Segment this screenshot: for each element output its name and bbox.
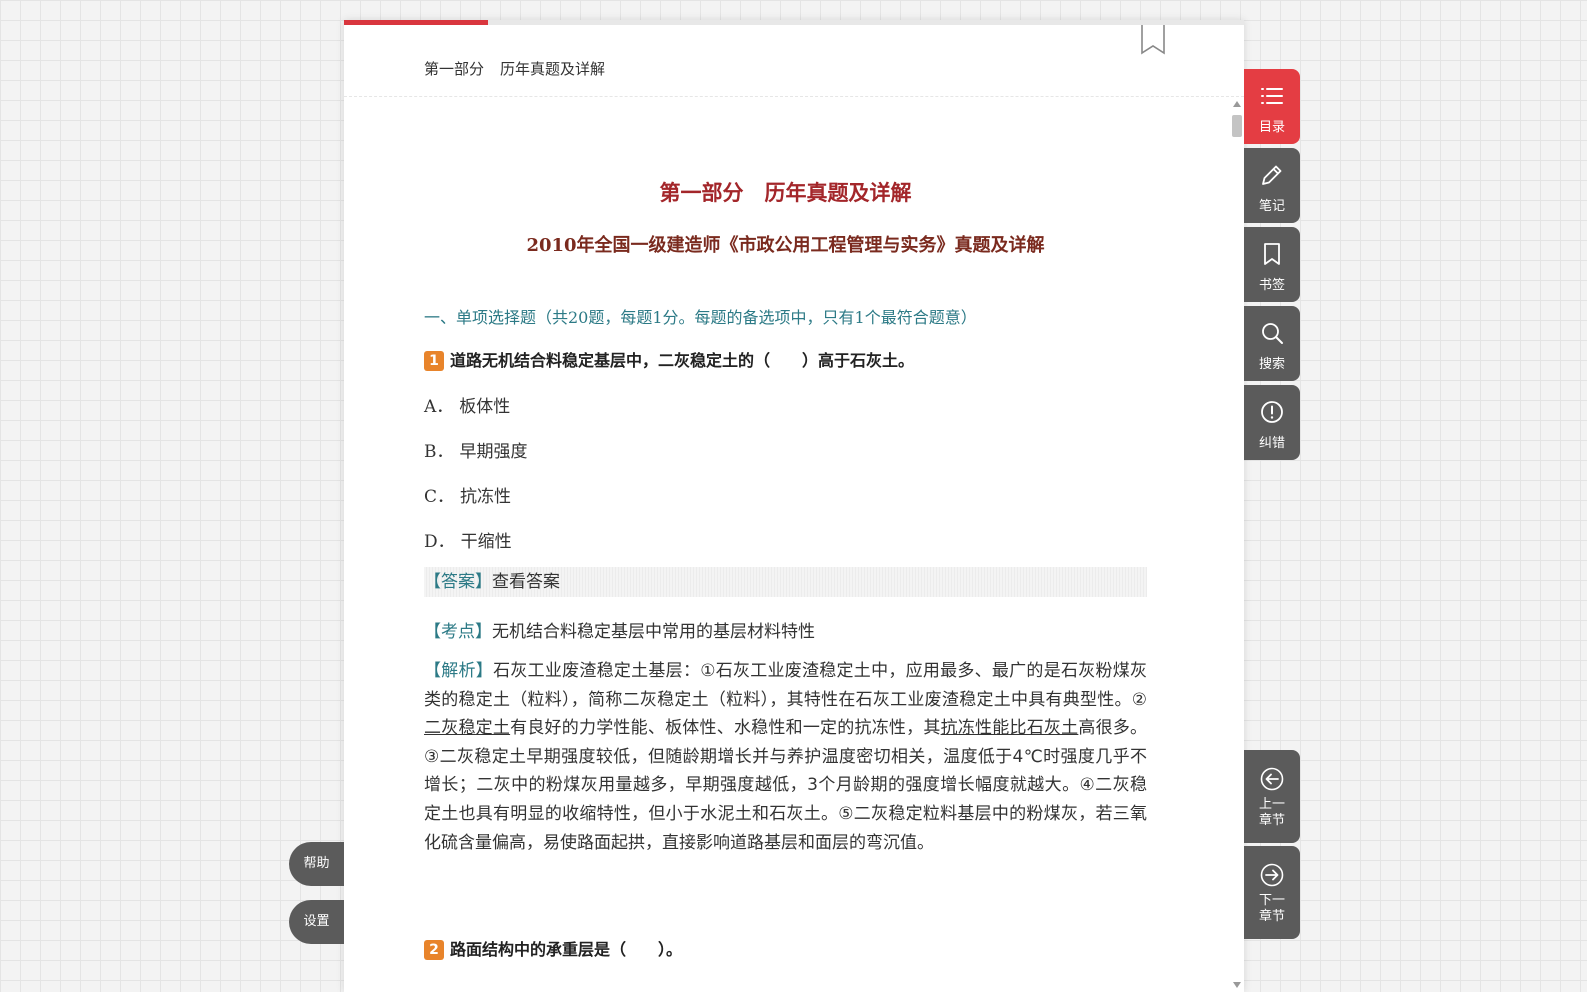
prev-chapter-button[interactable]: 上一章节 (1244, 750, 1300, 843)
question-stem: 道路无机结合料稳定基层中，二灰稳定土的（ ）高于石灰土。 (450, 351, 915, 370)
reading-progress-fill (344, 20, 488, 25)
bookmark-icon (1264, 243, 1280, 265)
help-button[interactable]: 帮助 (289, 842, 344, 886)
exam-point-tag: 【考点】 (424, 622, 492, 642)
next-chapter-button[interactable]: 下一章节 (1244, 846, 1300, 939)
option-b: B． 早期强度 (424, 437, 528, 462)
search-label: 搜索 (1258, 357, 1285, 372)
scroll-down-arrow-icon[interactable] (1233, 982, 1241, 988)
scroll-up-arrow-icon[interactable] (1233, 101, 1241, 107)
option-text: 抗冻性 (460, 487, 512, 507)
exam-title: 2010年全国一级建造师《市政公用工程管理与实务》真题及详解 (526, 235, 1045, 256)
report-error-button[interactable]: 纠错 (1244, 385, 1300, 460)
question-number-badge: 2 (424, 940, 444, 960)
option-letter: D． (424, 532, 455, 552)
toc-button[interactable]: 目录 (1244, 69, 1300, 144)
chapter-part-label: 第一部分 (424, 60, 485, 78)
bookmark-button[interactable]: 书签 (1244, 227, 1300, 302)
option-a: A． 板体性 (424, 392, 510, 417)
settings-button[interactable]: 设置 (289, 900, 344, 944)
exam-point-text: 无机结合料稳定基层中常用的基层材料特性 (492, 622, 815, 642)
question-2: 2 路面结构中的承重层是（ ）。 (424, 936, 682, 960)
answer-row: 【答案】查看答案 (424, 567, 1147, 597)
search-icon (1262, 323, 1283, 344)
option-c: C． 抗冻性 (424, 482, 511, 507)
option-text: 板体性 (459, 397, 511, 417)
question-1: 1 道路无机结合料稳定基层中，二灰稳定土的（ ）高于石灰土。 (424, 347, 914, 371)
analysis-text-3: 高很多。③二灰稳定土早期强度较低，但随龄期增长并与养护温度密切相关，温度低于4℃… (424, 718, 1148, 853)
question-stem: 路面结构中的承重层是（ ）。 (450, 940, 683, 959)
analysis-paragraph: 【解析】石灰工业废渣稳定土基层：①石灰工业废渣稳定土中，应用最多、最广的是石灰粉… (424, 657, 1147, 857)
vertical-scrollbar[interactable] (1230, 97, 1244, 992)
reader-page: 第一部分 历年真题及详解 第一部分 历年真题及详解 2010年全国一级建造师《市政… (344, 20, 1244, 992)
list-icon (1261, 88, 1283, 104)
next-chapter-label: 下一章节 (1258, 893, 1285, 924)
analysis-text-1: 石灰工业废渣稳定土基层：①石灰工业废渣稳定土中，应用最多、最广的是石灰粉煤灰类的… (424, 661, 1148, 710)
view-answer-link[interactable]: 查看答案 (492, 572, 560, 592)
reading-progress-bar (344, 20, 1244, 25)
prev-chapter-label: 上一章节 (1258, 797, 1285, 828)
content-scroll-area[interactable]: 第一部分 历年真题及详解 2010年全国一级建造师《市政公用工程管理与实务》真题… (344, 97, 1232, 992)
option-letter: B． (424, 442, 454, 462)
option-letter: A． (424, 397, 454, 417)
search-button[interactable]: 搜索 (1244, 306, 1300, 381)
arrow-right-circle-icon (1260, 863, 1284, 887)
analysis-underline-2: 抗冻性能比石灰土 (940, 718, 1079, 739)
bookmark-ribbon-icon[interactable] (1140, 25, 1166, 55)
analysis-text-2: 有良好的力学性能、板体性、水稳性和一定的抗冻性，其 (510, 718, 941, 739)
report-error-label: 纠错 (1258, 436, 1285, 451)
alert-circle-icon (1261, 401, 1283, 423)
notes-button[interactable]: 笔记 (1244, 148, 1300, 223)
arrow-left-circle-icon (1260, 767, 1284, 791)
analysis-tag: 【解析】 (424, 661, 494, 681)
chapter-breadcrumb: 第一部分 历年真题及详解 (424, 58, 605, 79)
exam-point-row: 【考点】无机结合料稳定基层中常用的基层材料特性 (424, 617, 1147, 642)
option-text: 早期强度 (459, 442, 528, 462)
bookmark-label: 书签 (1258, 278, 1285, 293)
part-title: 第一部分 历年真题及详解 (659, 180, 912, 205)
option-letter: C． (424, 487, 455, 507)
notes-label: 笔记 (1258, 199, 1285, 214)
option-text: 干缩性 (460, 532, 512, 552)
analysis-underline-1: 二灰稳定土 (424, 718, 511, 739)
question-number-badge: 1 (424, 351, 444, 371)
section-heading: 一、单项选择题（共20题，每题1分。每题的备选项中，只有1个最符合题意） (424, 308, 977, 327)
option-d: D． 干缩性 (424, 527, 512, 552)
scrollbar-thumb[interactable] (1232, 115, 1242, 137)
answer-tag: 【答案】 (424, 572, 492, 592)
toc-label: 目录 (1258, 120, 1285, 135)
chapter-title-label: 历年真题及详解 (500, 60, 606, 78)
pencil-icon (1262, 165, 1282, 185)
